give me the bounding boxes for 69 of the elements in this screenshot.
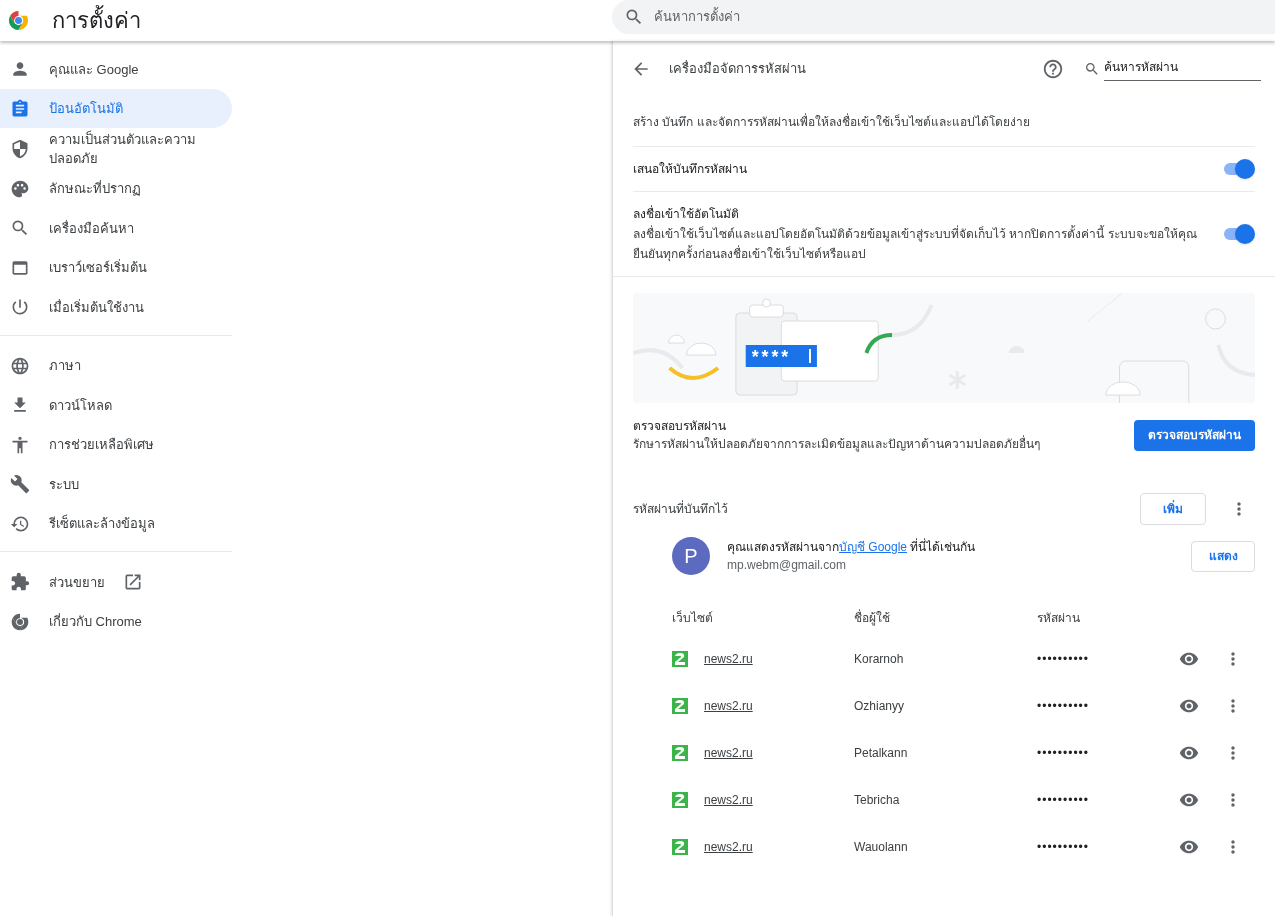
add-button[interactable]: เพิ่ม [1140,493,1206,525]
site-link[interactable]: news2.ru [704,790,753,809]
page-title: การตั้งค่า [52,4,612,37]
site-link[interactable]: news2.ru [704,696,753,715]
password-cell-text: •••••••••• [1037,838,1090,856]
column-header: ชื่อผู้ใช้ [854,609,891,628]
sidebar-item[interactable]: ลักษณะที่ปรากฏ [0,169,232,208]
setting-title: ลงชื่อเข้าใช้อัตโนมัติ [633,204,740,223]
browser-logo-icon [10,611,30,632]
username-cell-text: Ozhianyy [854,697,906,715]
column-header: รหัสผ่าน [1037,610,1081,627]
sidebar-item[interactable]: การช่วยเหลือพิเศษ [0,425,232,464]
password-illustration-drawing: **** [633,293,1255,403]
password-cell-text: •••••••••• [1037,650,1090,668]
show-button[interactable]: แสดง [1191,540,1255,572]
sidebar-item[interactable]: รีเซ็ตและล้างข้อมูล [0,504,232,543]
password-cell-text: •••••••••• [1037,791,1090,809]
puzzle-icon [10,572,30,592]
account-note: คุณแสดงรหัสผ่านจากบัญชี Google ที่นี่ได้เช่นกัน [727,538,977,556]
site-favicon-icon [672,697,688,714]
shield-icon [10,138,30,159]
setting-title: เสนอให้บันทึกรหัสผ่าน [633,161,748,178]
password-cell-text: •••••••••• [1037,697,1090,715]
sidebar-item[interactable]: ความเป็นส่วนตัวและความปลอดภัย [0,128,232,169]
password-search-field[interactable]: ค้นหารหัสผ่าน [1104,57,1261,81]
description-text: สร้าง บันทึก และจัดการรหัสผ่านเพื่อให้ลงชื่อเข้าใช้เว็บไซต์และแอปได้โดยง่าย [633,97,1255,147]
sidebar-item[interactable]: ระบบ [0,464,232,504]
username-cell-text: Tebricha [854,791,901,809]
settings-search-field[interactable]: ค้นหาการตั้งค่า [612,0,1275,34]
sidebar-item[interactable]: เกี่ยวกับ Chrome [0,602,232,641]
section-title: เครื่องมือจัดการรหัสผ่าน [669,59,807,79]
site-favicon-icon [672,650,688,667]
sidebar-item[interactable]: ดาวน์โหลด [0,385,232,425]
help-icon[interactable] [1042,58,1064,80]
power-icon [10,297,30,317]
site-link[interactable]: news2.ru [704,649,753,668]
password-cell-text: •••••••••• [1037,744,1090,762]
check-title: ตรวจสอบรหัสผ่าน [633,418,727,435]
saved-passwords-heading: รหัสผ่านที่บันทึกไว้ [633,500,729,518]
site-favicon-icon [672,744,688,761]
sidebar-item[interactable]: เบราว์เซอร์เริ่มต้น [0,248,232,287]
site-link[interactable]: news2.ru [704,837,753,856]
username-cell-text: Petalkann [854,744,909,762]
globe-icon [10,355,30,376]
check-passwords-button[interactable]: ตรวจสอบรหัสผ่าน [1134,419,1255,451]
wrench-icon [10,474,30,494]
sidebar-item[interactable]: คุณและ Google [0,49,232,89]
site-favicon-icon [672,791,688,808]
palette-icon [10,178,30,199]
account-email: mp.webm@gmail.com [727,557,847,574]
accessibility-icon [10,434,30,455]
sidebar-item[interactable]: เมื่อเริ่มต้นใช้งาน [0,287,232,327]
site-favicon-icon [672,838,688,855]
check-description: รักษารหัสผ่านให้ปลอดภัยจากการละเมิดข้อมูลและปัญหาด้านความปลอดภัยอื่นๆ [633,435,1041,453]
sidebar-item[interactable]: ภาษา [0,346,232,385]
browser-logo [7,9,30,32]
search-icon [10,218,30,238]
sidebar-item[interactable]: ส่วนขยาย [0,562,232,602]
avatar: P [672,537,710,575]
sidebar-item[interactable]: เครื่องมือค้นหา [0,208,232,248]
site-link[interactable]: news2.ru [704,743,753,762]
setting-description: ลงชื่อเข้าใช้เว็บไซต์และแอปโดยอัตโนมัติด้วยข้อมูลเข้าสู่ระบบที่จัดเก็บไว้ หากปิดการตั้งค่านี้ ระบบจะขอให้คุณยืนยันทุกครั้งก่อนลงชื่อเข้าใช้เว็บไซต์หรือแอป [633,224,1198,264]
clipboard-icon [10,98,30,119]
username-cell-text: Wauolann [854,838,909,856]
google-account-link[interactable]: บัญชี Google [839,540,908,554]
column-header: เว็บไซต์ [672,609,714,627]
search-icon [1084,61,1100,77]
sidebar-item[interactable]: ป้อนอัตโนมัติ [0,89,232,128]
username-cell-text: Korarnoh [854,650,905,668]
